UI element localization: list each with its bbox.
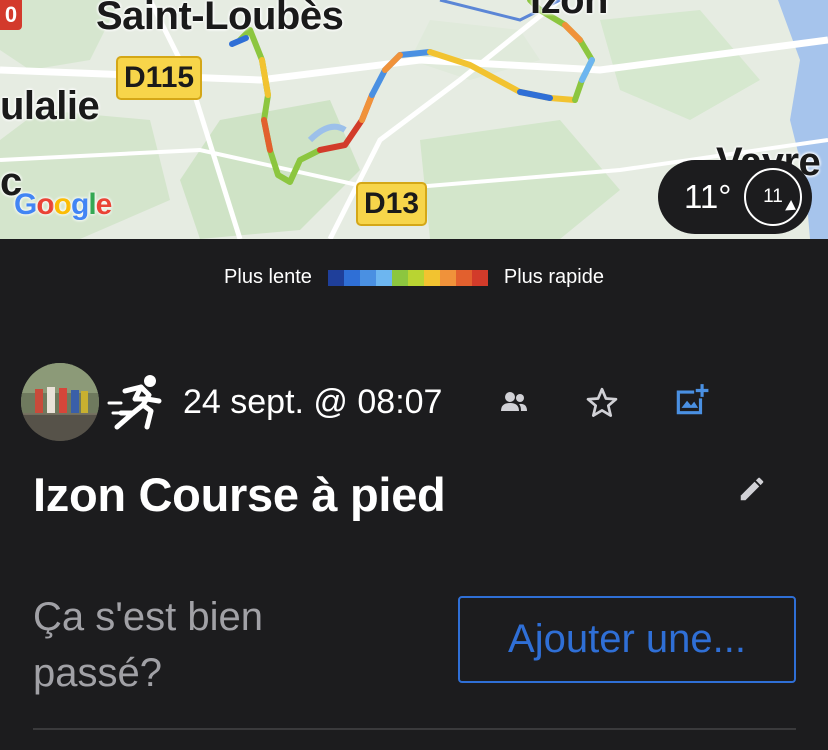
weather-temperature: 11°	[684, 178, 732, 215]
route-map[interactable]: 0 Saint-Loubès Izon ulalie c Vayre D115 …	[0, 0, 828, 239]
legend-swatch-5	[407, 269, 424, 286]
edit-pencil-icon[interactable]	[737, 474, 767, 509]
road-badge-d115: D115	[116, 56, 203, 100]
wind-speed: 11	[763, 186, 783, 207]
activity-datetime: 24 sept. @ 08:07	[183, 382, 443, 421]
legend-swatch-1	[343, 269, 360, 286]
google-logo: Google	[14, 188, 113, 222]
legend-swatch-3	[375, 269, 392, 286]
wind-dial-icon: 11	[744, 168, 802, 226]
add-description-button[interactable]: Ajouter une...	[458, 596, 796, 683]
google-logo-letter: G	[14, 188, 37, 221]
feedback-prompt: Ça s'est bien passé?	[33, 595, 263, 695]
activity-meta-row: 24 sept. @ 08:07	[21, 362, 442, 442]
weather-pill[interactable]: 11° 11	[658, 160, 812, 234]
avatar-photo	[21, 363, 99, 441]
google-logo-letter: o	[36, 188, 54, 221]
legend-swatch-8	[455, 269, 472, 286]
legend-swatch-0	[327, 269, 344, 286]
map-label-izon: Izon	[530, 0, 608, 22]
legend-swatch-6	[423, 269, 440, 286]
road-badge-d13: D13	[356, 182, 428, 226]
speed-legend: Plus lente Plus rapide	[0, 266, 828, 289]
google-logo-letter: e	[95, 188, 113, 221]
google-logo-letter: g	[71, 188, 89, 221]
map-label-saint-loubes: Saint-Loubès	[96, 0, 344, 38]
divider	[33, 728, 796, 730]
star-icon[interactable]	[584, 385, 620, 426]
legend-color-bar	[327, 269, 488, 286]
map-corner-badge: 0	[0, 0, 22, 30]
add-photo-icon[interactable]	[672, 381, 710, 424]
legend-swatch-4	[391, 269, 408, 286]
activity-title: Izon Course à pied	[33, 468, 446, 521]
legend-slow-label: Plus lente	[224, 266, 312, 288]
legend-swatch-2	[359, 269, 376, 286]
legend-swatch-9	[471, 269, 488, 286]
legend-swatch-7	[439, 269, 456, 286]
group-icon[interactable]	[499, 389, 529, 420]
map-label-ulalie: ulalie	[0, 84, 100, 128]
running-icon	[107, 373, 165, 431]
google-logo-letter: o	[53, 188, 72, 221]
google-logo-letter: l	[88, 188, 96, 221]
avatar[interactable]	[21, 363, 99, 441]
legend-fast-label: Plus rapide	[503, 266, 604, 288]
